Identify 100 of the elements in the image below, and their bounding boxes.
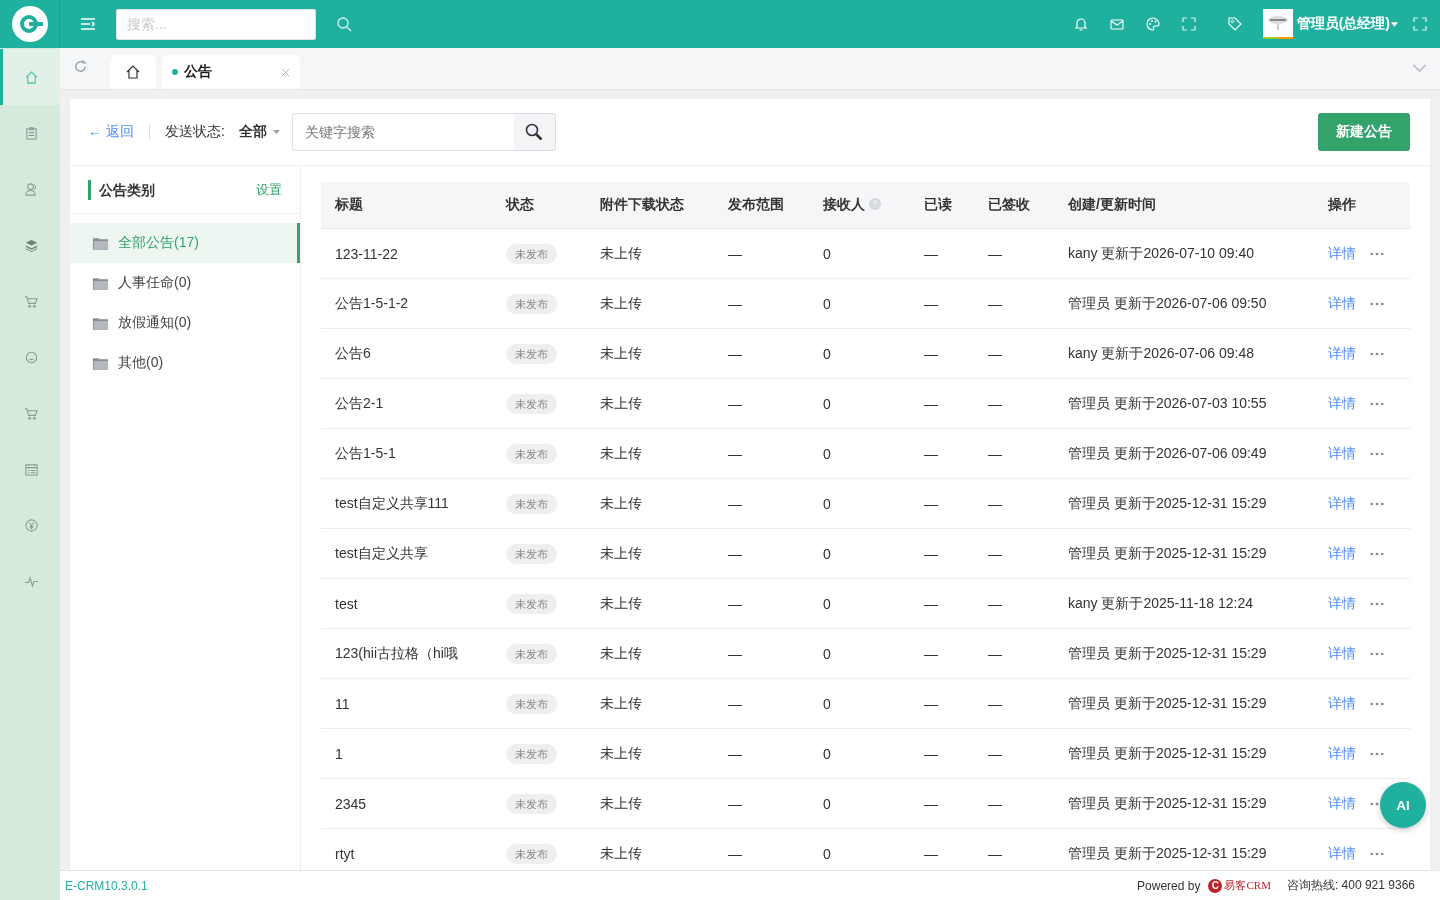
chevron-down-icon[interactable]: [1412, 64, 1427, 73]
table-cell: 未上传: [600, 544, 642, 561]
table-cell: 未上传: [600, 444, 642, 461]
detail-link[interactable]: 详情: [1328, 544, 1356, 561]
mail-icon[interactable]: [1108, 16, 1125, 32]
table-cell: —: [924, 795, 938, 812]
more-icon[interactable]: [1370, 851, 1384, 856]
category-item[interactable]: 全部公告(17): [70, 223, 300, 263]
more-icon[interactable]: [1370, 651, 1384, 656]
detail-link[interactable]: 详情: [1328, 644, 1356, 661]
status-filter[interactable]: 全部: [238, 123, 267, 141]
detail-link[interactable]: 详情: [1328, 744, 1356, 761]
more-icon[interactable]: [1370, 551, 1384, 556]
more-icon[interactable]: [1370, 301, 1384, 306]
table-cell: 0: [823, 245, 831, 262]
table-cell: 未上传: [600, 694, 642, 711]
user-icon: [24, 181, 39, 197]
powered-by-text: Powered by: [1137, 878, 1201, 893]
user-menu[interactable]: 管理员(总经理): [1296, 15, 1390, 33]
cart-icon: [24, 293, 39, 309]
menu-icon[interactable]: [80, 16, 96, 32]
detail-link[interactable]: 详情: [1328, 444, 1356, 461]
detail-link[interactable]: 详情: [1328, 794, 1356, 811]
category-item[interactable]: 人事任命(0): [70, 263, 300, 303]
table-cell: —: [728, 845, 742, 862]
hotline-text: 咨询热线: 400 921 9366: [1286, 877, 1415, 894]
layers-icon: [24, 237, 39, 253]
table-cell: 管理员 更新于2025-12-31 15:29: [1068, 844, 1267, 861]
detail-link[interactable]: 详情: [1328, 344, 1356, 361]
category-item[interactable]: 其他(0): [70, 343, 300, 383]
more-icon[interactable]: [1370, 701, 1384, 706]
table-cell: 0: [823, 745, 831, 762]
more-icon[interactable]: [1370, 601, 1384, 606]
category-item[interactable]: 放假通知(0): [70, 303, 300, 343]
status-badge: 未发布: [506, 244, 557, 264]
search-icon[interactable]: [336, 16, 352, 32]
table-cell: 11: [335, 695, 350, 712]
table-cell: —: [924, 245, 938, 262]
table-cell: 0: [823, 695, 831, 712]
folder-icon: [92, 355, 109, 371]
status-badge: 未发布: [506, 494, 557, 514]
yen-icon: [24, 517, 39, 533]
detail-link[interactable]: 详情: [1328, 394, 1356, 411]
brand-logo-icon: C: [1208, 878, 1223, 893]
column-header: 已读: [924, 196, 952, 212]
table-cell: 管理员 更新于2026-07-03 10:55: [1068, 394, 1267, 411]
logo-icon: [11, 6, 48, 42]
more-icon[interactable]: [1370, 751, 1384, 756]
new-announcement-button[interactable]: 新建公告: [1318, 113, 1410, 151]
table-cell: —: [728, 445, 742, 462]
table-cell: 管理员 更新于2025-12-31 15:29: [1068, 544, 1267, 561]
detail-link[interactable]: 详情: [1328, 844, 1356, 861]
table-cell: 0: [823, 645, 831, 662]
more-icon[interactable]: [1370, 501, 1384, 506]
status-badge: 未发布: [506, 294, 557, 314]
fullscreen-icon[interactable]: [1412, 16, 1428, 32]
detail-link[interactable]: 详情: [1328, 694, 1356, 711]
status-badge: 未发布: [506, 544, 557, 564]
more-icon[interactable]: [1370, 251, 1384, 256]
caret-icon[interactable]: [272, 130, 280, 134]
table-cell: —: [988, 745, 1002, 762]
table-cell: —: [924, 845, 938, 862]
rail-item[interactable]: [0, 49, 60, 105]
back-link[interactable]: ← 返回: [88, 123, 134, 141]
table-cell: —: [988, 545, 1002, 562]
more-icon[interactable]: [1370, 401, 1384, 406]
home-tab[interactable]: [110, 55, 156, 89]
caret-icon[interactable]: [1391, 21, 1398, 27]
calendar-icon: [24, 461, 39, 477]
settings-link[interactable]: 设置: [256, 180, 282, 199]
more-icon[interactable]: [1370, 351, 1384, 356]
palette-icon[interactable]: [1144, 16, 1161, 32]
table-cell: 未上传: [600, 794, 642, 811]
more-icon[interactable]: [1370, 451, 1384, 456]
tag-icon[interactable]: [1226, 16, 1243, 32]
column-header: 发布范围: [728, 196, 784, 212]
column-header: 状态: [506, 196, 534, 212]
column-header: 操作: [1328, 196, 1356, 212]
detail-link[interactable]: 详情: [1328, 594, 1356, 611]
fullscreen-icon[interactable]: [1180, 16, 1197, 32]
folder-icon: [92, 235, 109, 251]
table-cell: 0: [823, 345, 831, 362]
refresh-icon[interactable]: [73, 59, 88, 74]
help-icon[interactable]: [869, 198, 881, 210]
page-tab[interactable]: 公告: [162, 55, 300, 89]
filter-label: 发送状态:: [164, 123, 225, 141]
table-cell: —: [728, 795, 742, 812]
table-cell: —: [988, 795, 1002, 812]
bell-icon[interactable]: [1072, 16, 1089, 32]
close-icon[interactable]: [281, 67, 290, 77]
table-cell: —: [924, 395, 938, 412]
table-cell: 管理员 更新于2025-12-31 15:29: [1068, 744, 1267, 761]
brand-name: 易客CRM: [1224, 878, 1271, 893]
detail-link[interactable]: 详情: [1328, 294, 1356, 311]
table-cell: —: [728, 695, 742, 712]
table-cell: —: [728, 645, 742, 662]
version-text: E-CRM10.3.0.1: [65, 878, 148, 893]
detail-link[interactable]: 详情: [1328, 244, 1356, 261]
detail-link[interactable]: 详情: [1328, 494, 1356, 511]
table-cell: 未上传: [600, 244, 642, 261]
